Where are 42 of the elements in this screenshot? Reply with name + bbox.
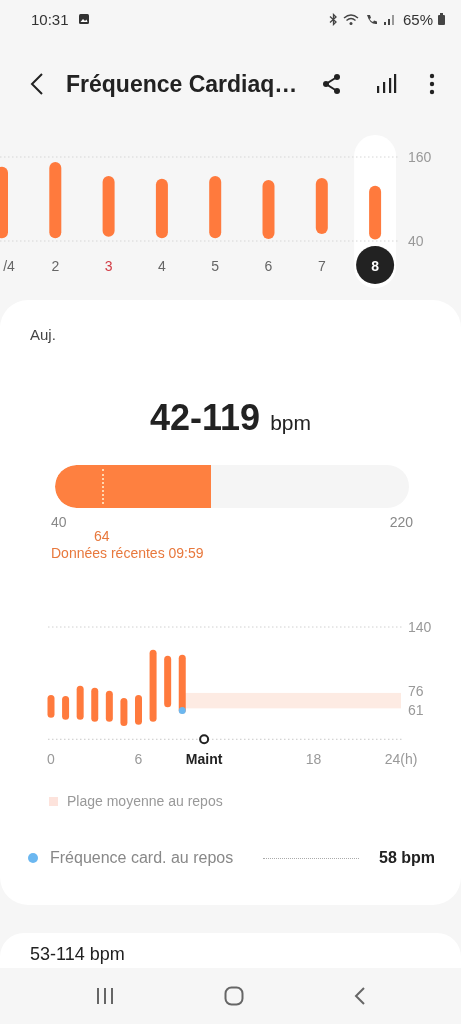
gauge-max-label: 220 [389,514,413,530]
signal-icon [382,12,396,26]
axis-label: 0 [47,751,55,767]
day-label[interactable]: 5 [211,258,220,274]
axis-label: 6 [134,751,143,767]
axis-label: 24(h) [384,751,418,767]
heart-rate-range: 53-114 bpm [30,944,126,965]
axis-label: 61 [408,702,424,719]
day-label[interactable]: 3 [104,258,113,274]
wifi-icon [342,12,360,26]
day-label[interactable]: 6 [264,258,273,274]
home-icon[interactable] [224,986,245,1006]
status-time: 10:31 [31,10,69,28]
more-icon[interactable] [429,73,435,95]
gauge-min-label: 40 [51,514,67,530]
day-label[interactable]: 2 [51,258,60,274]
day-label[interactable]: 8 [371,258,379,274]
resting-label: Fréquence card. au repos [50,849,234,867]
axis-label: 76 [408,682,424,699]
legend-label: Plage moyenne au repos [67,793,223,809]
recent-value: 64 [94,528,110,544]
battery-icon [438,13,445,25]
bluetooth-icon [328,12,338,26]
page-title: Fréquence Cardiaq… [66,70,299,98]
heart-rate-range: 42-119 [150,397,261,439]
axis-label: 160 [408,149,432,165]
current-time-label: Maint [185,751,223,767]
axis-label: 18 [305,751,322,767]
day-label[interactable]: 4 [158,258,166,274]
resting-value: 58 bpm [379,849,435,867]
period-label: Auj. [30,326,57,343]
day-label[interactable]: /4 [3,258,15,274]
battery-level: 65% [402,10,433,28]
recent-apps-icon[interactable] [94,987,115,1005]
axis-label: 40 [408,233,424,249]
unit-label: bpm [270,411,311,435]
recent-data-caption: Données récentes 09:59 [51,545,205,561]
call-icon [364,12,378,26]
day-label[interactable]: 7 [317,258,326,274]
axis-label: 140 [408,619,432,635]
selected-day-marker [356,246,395,284]
image-icon [77,13,90,25]
